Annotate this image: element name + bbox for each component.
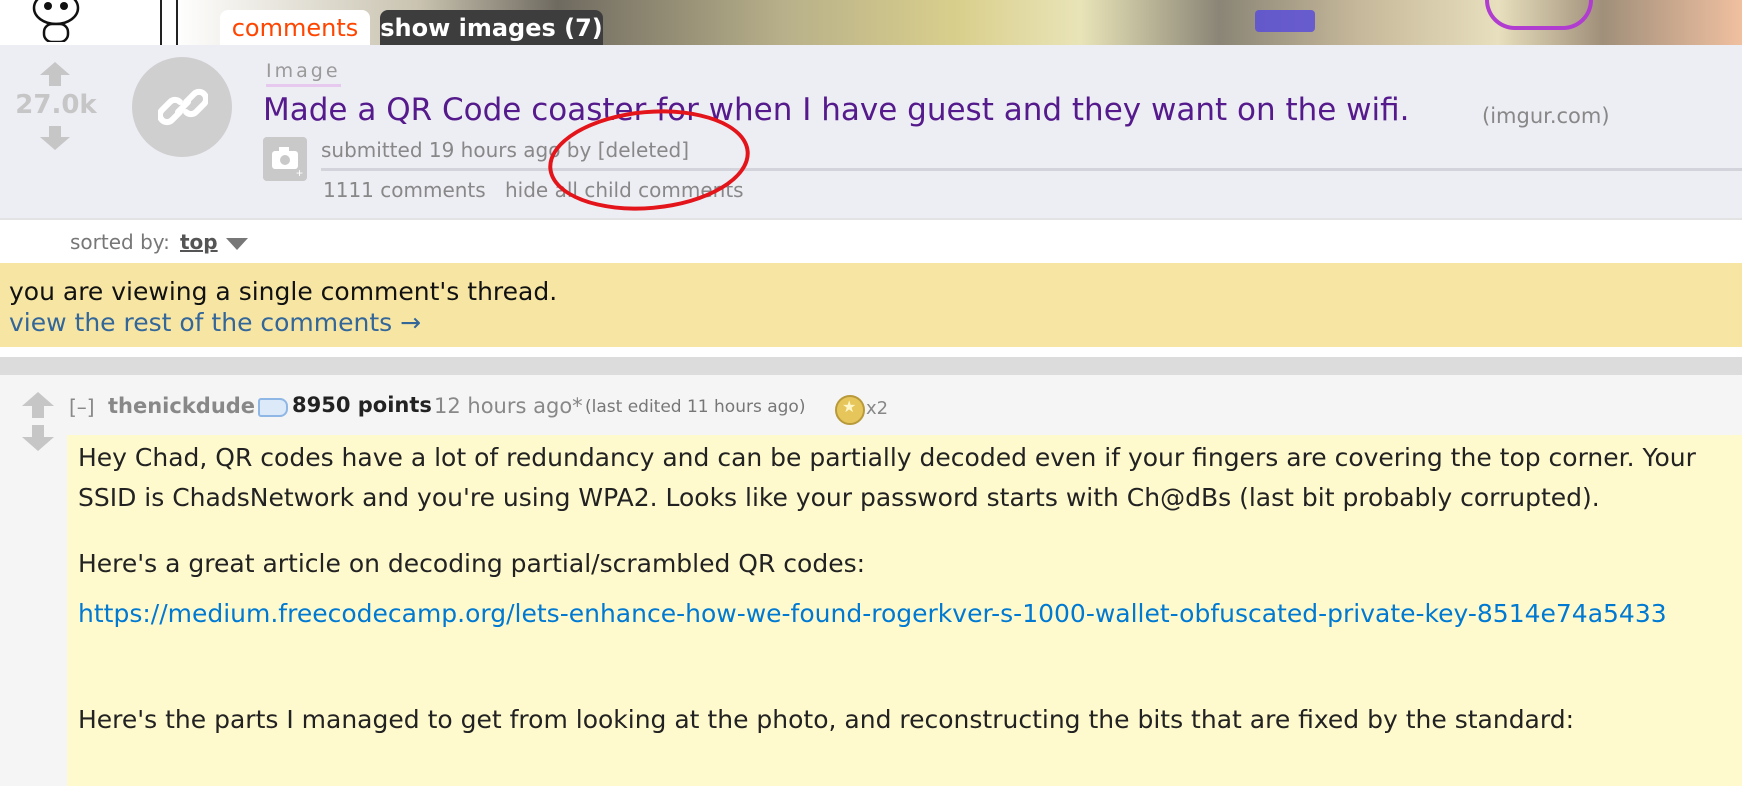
award-count: x2 (866, 398, 889, 419)
comment-time: 12 hours ago* (434, 394, 583, 418)
divider (321, 168, 1742, 171)
single-thread-notice: you are viewing a single comment's threa… (0, 263, 1742, 347)
comment-paragraph: Here's a great article on decoding parti… (78, 549, 866, 578)
post-flair: Image (266, 60, 341, 87)
header-divider (176, 0, 178, 45)
post-domain[interactable]: (imgur.com) (1482, 104, 1610, 128)
downvote-arrow-icon[interactable] (40, 126, 70, 150)
chevron-down-icon[interactable] (226, 238, 248, 250)
svg-text:+: + (296, 166, 303, 180)
comments-count-link[interactable]: 1111 comments (323, 178, 486, 202)
notice-text: you are viewing a single comment's threa… (9, 277, 558, 306)
tab-comments[interactable]: comments (220, 10, 370, 45)
post-title-link[interactable]: Made a QR Code coaster for when I have g… (263, 92, 1410, 128)
view-rest-comments-link[interactable]: view the rest of the comments → (9, 308, 421, 337)
collapse-toggle[interactable]: [–] (69, 395, 95, 419)
tab-show-images[interactable]: show images (7) (380, 10, 603, 45)
upvote-arrow-icon[interactable] (40, 62, 70, 86)
article-link[interactable]: https://medium.freecodecamp.org/lets-enh… (78, 594, 1738, 634)
sort-label: sorted by: (70, 230, 170, 254)
header-banner-art (1255, 10, 1315, 32)
divider (0, 357, 1742, 375)
comment-body: Hey Chad, QR codes have a lot of redunda… (67, 435, 1742, 786)
sort-dropdown[interactable]: top (180, 230, 218, 254)
upvote-arrow-icon[interactable] (22, 392, 54, 418)
downvote-arrow-icon[interactable] (22, 425, 54, 451)
comment-edited-time: (last edited 11 hours ago) (585, 397, 806, 417)
post-score: 27.0k (15, 90, 97, 120)
comment-author-link[interactable]: thenickdude (108, 394, 255, 418)
camera-icon[interactable]: + (263, 137, 307, 181)
comment-paragraph: Hey Chad, QR codes have a lot of redunda… (78, 443, 1696, 512)
user-tag-icon[interactable] (258, 398, 288, 417)
page-header: comments show images (7) (0, 0, 1742, 45)
comment: [–] thenickdude 8950 points 12 hours ago… (0, 375, 1742, 786)
post-entry (0, 45, 1742, 218)
sort-bar: sorted by: top (0, 218, 1742, 265)
reddit-alien-logo[interactable] (28, 0, 84, 42)
star-icon: ★ (842, 397, 857, 416)
header-divider (160, 0, 162, 45)
comment-points: 8950 points (292, 393, 432, 417)
header-banner-art (1485, 0, 1593, 30)
link-icon (158, 88, 208, 126)
comment-paragraph: Here's the parts I managed to get from l… (78, 705, 1575, 734)
